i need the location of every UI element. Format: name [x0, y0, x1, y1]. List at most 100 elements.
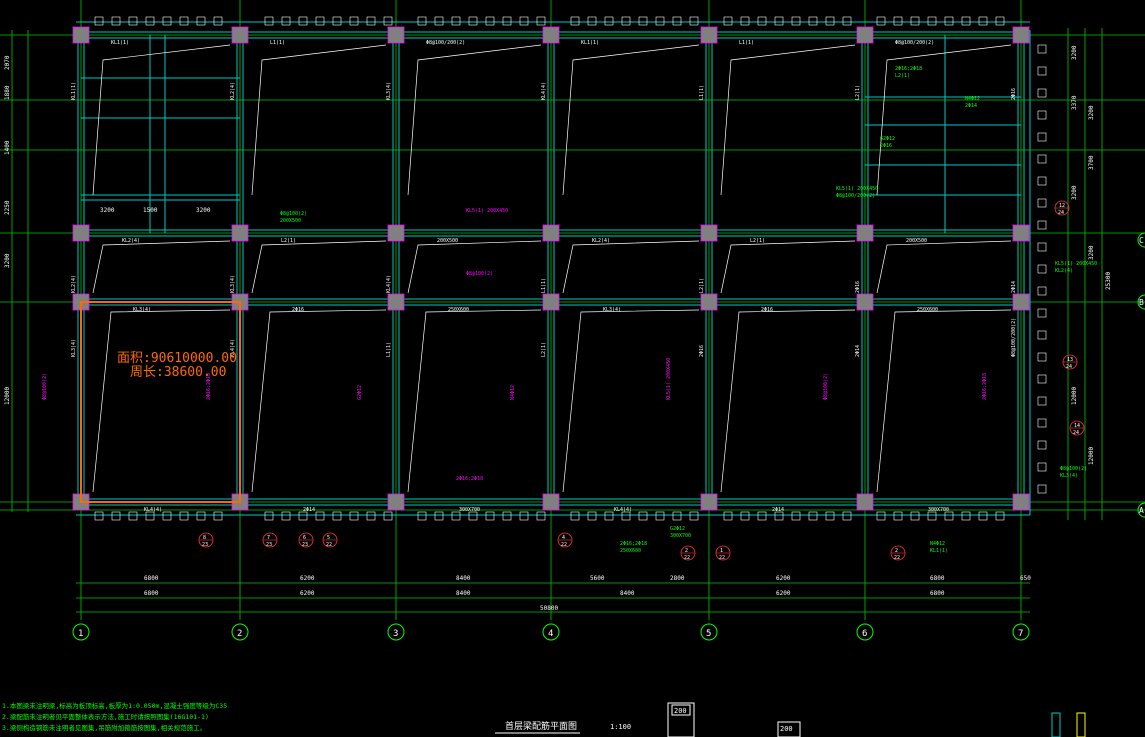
detail-ref-sheet: 22 — [561, 542, 567, 548]
left-dim-value: 1400 — [4, 140, 11, 155]
small-dim: 3200 — [100, 207, 115, 214]
green-note: KL5(1) 200X450 — [836, 186, 878, 192]
beam-mark-vertical: 2Φ14 — [1011, 281, 1017, 293]
left-dim-value: 2070 — [4, 55, 11, 70]
column-7-2 — [1012, 293, 1030, 311]
column-3-1 — [387, 224, 405, 242]
beam-mark: KL3(4) — [603, 307, 621, 313]
column-1-0 — [72, 26, 90, 44]
beam-mark: 250X600 — [448, 307, 469, 313]
column-5-2 — [700, 293, 718, 311]
beam-mark-vertical: KL1(1) — [71, 82, 77, 100]
beam-mark-vertical: 2Φ16 — [699, 345, 705, 357]
green-note-2: KL3(4) — [1060, 473, 1078, 479]
detail-ref-sheet: 22 — [719, 555, 725, 561]
column-3-3 — [387, 493, 405, 511]
beam-mark: KL4(4) — [144, 507, 162, 513]
beam-mark-vertical: 2Φ16 — [855, 281, 861, 293]
grid-bubble-label: B — [1139, 298, 1144, 307]
left-dim-value: 12000 — [4, 387, 11, 405]
detail-ref-num: 7 — [267, 535, 270, 541]
note-3: 3.梁侧构造钢筋未注明者见图集,吊筋附加箍筋按图集,相关规范施工。 — [2, 723, 206, 732]
right-dim-inner: 3200 — [1071, 185, 1078, 200]
dim-row2-value: 6200 — [300, 590, 315, 597]
left-dim-value: 1880 — [4, 85, 11, 100]
right-dim-outer: 3200 — [1088, 105, 1095, 120]
dim-row2-value: 6200 — [776, 590, 791, 597]
rebar-note-v: N4Φ12 — [510, 385, 516, 400]
green-note-2: L2(1) — [895, 73, 910, 79]
beam-mark: L1(1) — [739, 40, 754, 46]
column-7-1 — [1012, 224, 1030, 242]
cad-drawing-canvas[interactable]: KL1(1)KL2(4)KL3(4)KL4(4)L1(1)L2(1)2Φ162Φ… — [0, 0, 1145, 737]
green-note-2: 2Φ16 — [880, 143, 892, 149]
detail-ref-num: 4 — [562, 535, 565, 541]
dim-row2-value: 8400 — [456, 590, 471, 597]
green-note: Φ8@100(2) — [1060, 466, 1087, 472]
beam-mark: 2Φ16 — [761, 307, 773, 313]
rebar-note-v: 2Φ16;2Φ18 — [982, 373, 988, 400]
detail-ref-num: 12 — [1059, 203, 1065, 209]
dim-total-value: 50800 — [540, 605, 558, 612]
right-dim-far: 25300 — [1105, 272, 1112, 290]
beam-mark-vertical: L1(1) — [699, 85, 705, 100]
beam-mark-vertical: KL4(4) — [541, 82, 547, 100]
column-7-3 — [1012, 493, 1030, 511]
beam-mark-vertical: Φ8@100/200(2) — [1011, 318, 1017, 357]
column-6-3 — [856, 493, 874, 511]
beam-mark-vertical: L2(1) — [855, 85, 861, 100]
beam-mark-vertical: KL2(4) — [71, 275, 77, 293]
rebar-note-v: KL5(1) 200X450 — [666, 358, 672, 400]
beam-mark: KL1(1) — [581, 40, 599, 46]
column-5-1 — [700, 224, 718, 242]
grid-bubble-label: C — [1139, 236, 1144, 245]
green-note: G2Φ12 — [670, 526, 685, 532]
green-note-2: KL1(1) — [930, 548, 948, 554]
right-dim-outer: 12000 — [1088, 447, 1095, 465]
dim-row2-value: 6800 — [144, 590, 159, 597]
beam-mark: 250X600 — [917, 307, 938, 313]
beam-mark-vertical: 2Φ14 — [855, 345, 861, 357]
green-note-2: Φ8@100/200(2) — [836, 193, 875, 199]
beam-mark-vertical: L1(1) — [541, 278, 547, 293]
detail-block-1-label: 200 — [674, 707, 687, 715]
left-dim-value: 2250 — [4, 200, 11, 215]
dim-row2-value: 6800 — [930, 590, 945, 597]
left-dim-value: 3200 — [4, 253, 11, 268]
column-5-0 — [700, 26, 718, 44]
detail-ref-num: 2 — [685, 548, 688, 554]
beam-mark: L2(1) — [750, 238, 765, 244]
column-5-3 — [700, 493, 718, 511]
beam-mark-vertical: KL3(4) — [386, 82, 392, 100]
detail-ref-num: 6 — [303, 535, 306, 541]
column-4-0 — [542, 26, 560, 44]
grid-bubble-label: 1 — [78, 629, 83, 639]
column-4-3 — [542, 493, 560, 511]
small-dim: 1500 — [143, 207, 158, 214]
beam-mark: Φ8@100/200(2) — [426, 40, 465, 46]
detail-ref-sheet: 24 — [1073, 430, 1079, 436]
beam-mark: 300X700 — [928, 507, 949, 513]
perimeter-label: 周长:38600.00 — [130, 365, 226, 380]
column-2-0 — [231, 26, 249, 44]
beam-mark: KL3(4) — [133, 307, 151, 313]
small-dim: 3200 — [196, 207, 211, 214]
column-4-1 — [542, 224, 560, 242]
grid-bubble-label: A — [1139, 506, 1144, 515]
column-6-1 — [856, 224, 874, 242]
green-note: KL5(1) 200X450 — [1055, 261, 1097, 267]
right-dim-inner: 3200 — [1071, 45, 1078, 60]
green-note-2: 300X700 — [670, 533, 691, 539]
beam-mark: 300X700 — [459, 507, 480, 513]
dim-row1-value: 6800 — [930, 575, 945, 582]
detail-ref-sheet: 24 — [1066, 364, 1072, 370]
green-note: N4Φ12 — [965, 96, 980, 102]
detail-block-2-label: 200 — [780, 725, 793, 733]
detail-ref-num: 1 — [720, 548, 723, 554]
green-note: N4Φ12 — [930, 541, 945, 547]
column-7-0 — [1012, 26, 1030, 44]
beam-mark: L2(1) — [281, 238, 296, 244]
rebar-note-h: Φ8@100(2) — [466, 271, 493, 277]
dim-row1-value: 6200 — [300, 575, 315, 582]
green-note-2: 200X500 — [280, 218, 301, 224]
